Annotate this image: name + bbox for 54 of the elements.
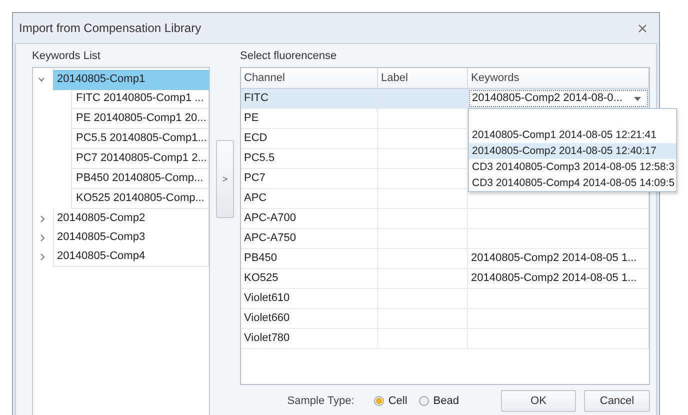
tree-item[interactable]: PC7 20140805-Comp1 2... bbox=[71, 149, 209, 169]
menu-item[interactable]: 20140805-Comp1 2014-08-05 12:21:41 bbox=[469, 127, 676, 143]
table-cell: PE bbox=[241, 109, 378, 128]
tree-item[interactable]: 20140805-Comp2 bbox=[53, 208, 209, 228]
column-header: Keywords bbox=[468, 68, 649, 88]
table-cell: PC7 bbox=[241, 169, 378, 188]
tree-item[interactable]: 20140805-Comp3 bbox=[53, 228, 209, 248]
ok-button[interactable]: OK bbox=[501, 390, 576, 412]
section-title: Keywords List bbox=[32, 50, 102, 64]
sample-type-label: Sample Type: bbox=[287, 395, 354, 407]
table-cell: APC-A700 bbox=[241, 209, 378, 228]
tree-item[interactable]: 20140805-Comp4 bbox=[53, 246, 209, 266]
radio-label: Cell bbox=[388, 395, 408, 407]
table-row[interactable]: KO525 20140805-Comp2 2014-08-05 1... bbox=[241, 269, 649, 289]
tree-item[interactable]: FITC 20140805-Comp1 ... bbox=[71, 89, 209, 109]
close-icon[interactable] bbox=[638, 24, 647, 32]
table-cell: 20140805-Comp2 2014-08-05 1... bbox=[468, 249, 649, 268]
tree-item[interactable]: 20140805-Comp1 bbox=[53, 70, 209, 90]
section-title: Select fluorencense bbox=[240, 50, 338, 64]
table-cell: APC-A750 bbox=[241, 229, 378, 248]
table-cell: ECD bbox=[241, 129, 378, 148]
menu-item[interactable]: 20140805-Comp2 2014-08-05 12:40:17 bbox=[469, 143, 676, 159]
window-title: Import from Compensation Library bbox=[19, 21, 202, 35]
tree-item[interactable]: PB450 20140805-Comp... bbox=[71, 169, 209, 189]
table-row[interactable]: APC-A700 bbox=[241, 209, 649, 229]
table-cell: Violet780 bbox=[241, 329, 378, 348]
table-cell: PC5.5 bbox=[241, 149, 378, 168]
caret-icon bbox=[634, 96, 641, 100]
table-row[interactable]: Violet610 bbox=[241, 289, 649, 309]
table-cell: Violet610 bbox=[241, 289, 378, 308]
menu-item[interactable]: CD3 20140805-Comp4 2014-08-05 14:09:5 bbox=[469, 175, 676, 191]
move-button[interactable]: > bbox=[216, 140, 234, 218]
radio-button[interactable] bbox=[419, 396, 430, 406]
tree-item[interactable]: PC5.5 20140805-Comp1... bbox=[71, 129, 209, 149]
menu-item[interactable]: CD3 20140805-Comp3 2014-08-05 12:58:3 bbox=[469, 159, 676, 175]
table-cell: APC bbox=[241, 189, 378, 208]
table-row[interactable]: Violet780 bbox=[241, 329, 649, 349]
column-header: Label bbox=[378, 68, 468, 88]
tree-item[interactable]: PE 20140805-Comp1 20... bbox=[71, 109, 209, 129]
keywords-dropdown[interactable]: 20140805-Comp2 2014-08-0... bbox=[469, 90, 648, 107]
cancel-button[interactable]: Cancel bbox=[584, 390, 650, 412]
column-header: Channel bbox=[241, 68, 378, 88]
table-cell: Violet660 bbox=[241, 309, 378, 328]
table-row[interactable]: PB450 20140805-Comp2 2014-08-05 1... bbox=[241, 249, 649, 269]
radio-button[interactable] bbox=[374, 396, 384, 406]
table-cell: PB450 bbox=[241, 249, 378, 268]
table-row[interactable]: APC bbox=[241, 189, 649, 209]
table-cell: KO525 bbox=[241, 269, 378, 288]
table-cell: 20140805-Comp2 2014-08-05 1... bbox=[468, 269, 649, 288]
tree-item[interactable]: KO525 20140805-Comp... bbox=[71, 189, 209, 209]
table-row[interactable]: APC-A750 bbox=[241, 229, 649, 249]
radio-label: Bead bbox=[433, 395, 459, 407]
table-cell: FITC bbox=[241, 89, 378, 108]
table-row[interactable]: Violet660 bbox=[241, 309, 649, 329]
